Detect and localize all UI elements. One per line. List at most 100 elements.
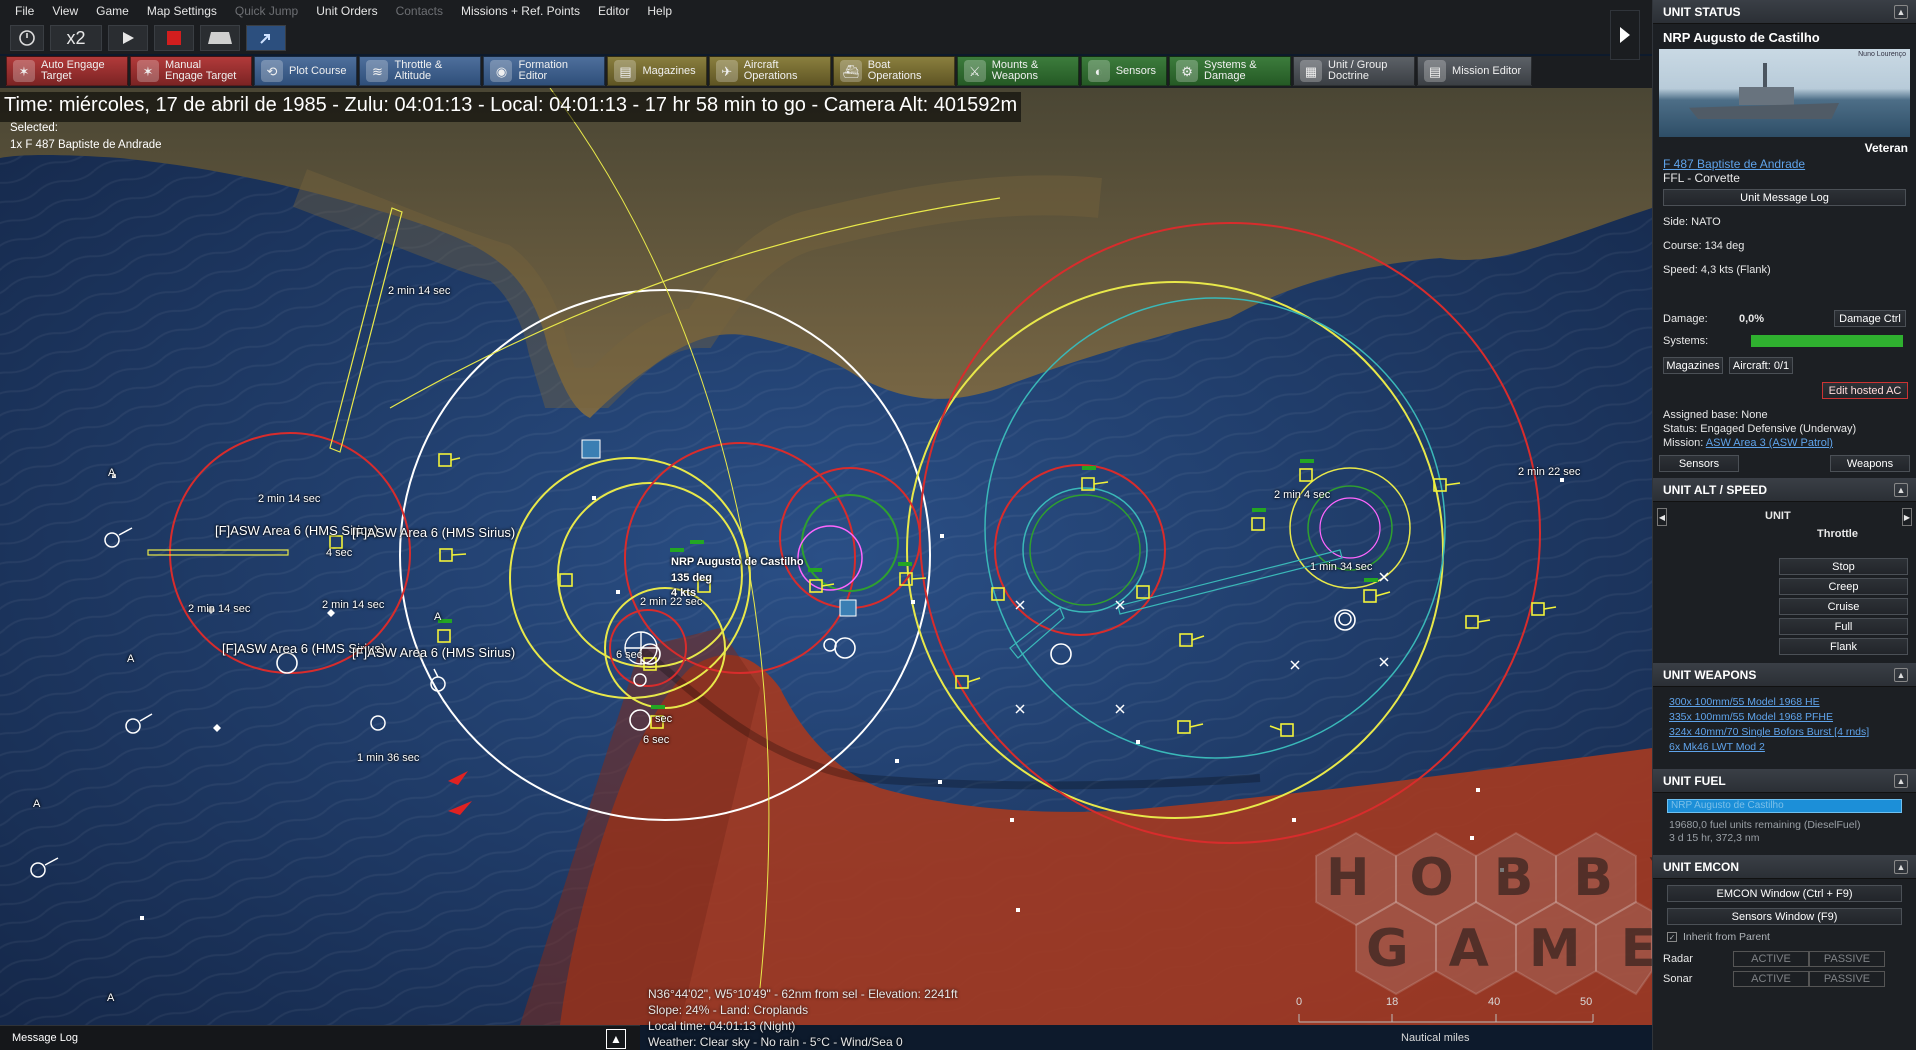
weapon-link[interactable]: 6x Mk46 LWT Mod 2 (1669, 740, 1900, 755)
sensors-window-button[interactable]: Sensors Window (F9) (1667, 908, 1902, 925)
weapons-button[interactable]: Weapons (1830, 455, 1910, 472)
assigned-base: Assigned base: None (1663, 409, 1768, 421)
scroll-right-icon[interactable]: ▶ (1902, 508, 1912, 526)
throttle-cruise-button[interactable]: Cruise (1779, 598, 1908, 615)
unit-mission: Mission: ASW Area 3 (ASW Patrol) (1653, 435, 1916, 453)
unit-emcon-title: UNIT EMCON (1663, 859, 1739, 874)
selected-label: Selected: (10, 122, 58, 134)
menu-bar: File View Game Map Settings Quick Jump U… (0, 0, 1652, 22)
radar-label: Radar (1663, 953, 1693, 965)
inherit-checkbox[interactable]: ✓ (1667, 932, 1677, 942)
asw-area-label: [F]ASW Area 6 (HMS Sirius) (352, 645, 516, 660)
toolbar-button-magazines[interactable]: ▤ Magazines (607, 56, 707, 86)
unit-status-header[interactable]: UNIT STATUS ▲ (1653, 0, 1916, 24)
menu-contacts[interactable]: Contacts (387, 4, 452, 18)
emcon-window-button[interactable]: EMCON Window (Ctrl + F9) (1667, 885, 1902, 902)
scroll-left-icon[interactable]: ◀ (1657, 508, 1667, 526)
toolbar-button-label: Throttle & Altitude (394, 59, 443, 82)
toolbar-button-aircraft-operations[interactable]: ✈ Aircraft Operations (708, 56, 831, 86)
toolbar-button-label: Boat Operations (867, 59, 922, 82)
expand-log-button[interactable]: ▲ (606, 1029, 626, 1049)
unit-alt-speed-header[interactable]: UNIT ALT / SPEED ▲ (1653, 478, 1916, 502)
toolbar-button-sensors[interactable]: ◐ Sensors (1080, 56, 1168, 86)
throttle-stop-button[interactable]: Stop (1779, 558, 1908, 575)
menu-quick-jump[interactable]: Quick Jump (226, 4, 307, 18)
toolbar-button-auto-engage-target[interactable]: ✶ Auto Engage Target (6, 56, 128, 86)
radar-passive-toggle[interactable]: PASSIVE (1809, 951, 1885, 967)
weapon-link[interactable]: 324x 40mm/70 Single Bofors Burst [4 rnds… (1669, 725, 1900, 740)
chevron-up-icon[interactable]: ▲ (1894, 4, 1908, 19)
unit-fuel-header[interactable]: UNIT FUEL ▲ (1653, 769, 1916, 793)
throttle-flank-button[interactable]: Flank (1779, 638, 1908, 655)
cursor-info-terrain: Slope: 24% - Land: Croplands (648, 1003, 809, 1017)
chevron-up-icon[interactable]: ▲ (1894, 859, 1908, 874)
toolbar-button-label: Mounts & Weapons (991, 59, 1039, 82)
jump-button[interactable] (246, 25, 286, 51)
unit-emcon-header[interactable]: UNIT EMCON ▲ (1653, 855, 1916, 879)
boat-icon: ⛴ (839, 60, 862, 82)
menu-missions[interactable]: Missions + Ref. Points (452, 4, 589, 18)
mission-link[interactable]: ASW Area 3 (ASW Patrol) (1706, 437, 1833, 449)
sonar-passive-toggle[interactable]: PASSIVE (1809, 971, 1885, 987)
unit-alt-speed-title: UNIT ALT / SPEED (1663, 482, 1768, 497)
clock-icon[interactable] (10, 25, 44, 51)
unit-class-link[interactable]: F 487 Baptiste de Andrade (1663, 157, 1805, 171)
unit-proficiency: Veteran (1864, 141, 1908, 155)
menu-game[interactable]: Game (87, 4, 138, 18)
play-button[interactable] (108, 25, 148, 51)
menu-file[interactable]: File (6, 4, 43, 18)
message-log-label: Message Log (12, 1032, 79, 1044)
sonar-active-toggle[interactable]: ACTIVE (1733, 971, 1809, 987)
throttle-creep-button[interactable]: Creep (1779, 578, 1908, 595)
selected-unit-name-label: NRP Augusto de Castilho (671, 556, 804, 568)
scale-tick: 40 (1488, 996, 1501, 1008)
radar-active-toggle[interactable]: ACTIVE (1733, 951, 1809, 967)
unit-message-log-button[interactable]: Unit Message Log (1663, 189, 1906, 206)
cursor-info-localtime: Local time: 04:01:13 (Night) (648, 1019, 796, 1033)
weapon-link[interactable]: 335x 100mm/55 Model 1968 PFHE (1669, 710, 1900, 725)
toolbar-button-mounts-weapons[interactable]: ⚔ Mounts & Weapons (956, 56, 1079, 86)
time-compression[interactable]: x2 (50, 25, 102, 51)
toolbar-button-formation-editor[interactable]: ◉ Formation Editor (483, 56, 606, 86)
toolbar-button-plot-course[interactable]: ⟲ Plot Course (254, 56, 358, 86)
sensor-icon: ◐ (1087, 60, 1110, 82)
menu-editor[interactable]: Editor (589, 4, 638, 18)
fuel-bar: NRP Augusto de Castilho (1667, 799, 1902, 813)
asw-area-label: [F]ASW Area 6 (HMS Sirius) (352, 525, 516, 540)
unit-weapons-header[interactable]: UNIT WEAPONS ▲ (1653, 663, 1916, 687)
alt-unit-label: UNIT (1765, 510, 1791, 522)
chevron-up-icon[interactable]: ▲ (1894, 667, 1908, 682)
map-label-time: 2 min 14 sec (322, 599, 385, 611)
stop-button[interactable] (154, 25, 194, 51)
step-button[interactable] (200, 25, 240, 51)
toolbar-button-label: Aircraft Operations (743, 59, 798, 82)
sensors-button[interactable]: Sensors (1659, 455, 1739, 472)
toolbar-button-throttle-altitude[interactable]: ≋ Throttle & Altitude (359, 56, 482, 86)
collapse-panel-button[interactable] (1610, 10, 1640, 60)
edit-hosted-ac-button[interactable]: Edit hosted AC (1822, 382, 1908, 399)
cursor-info-coords: N36°44'02", W5°10'49" - 62nm from sel - … (648, 987, 958, 1001)
unit-course: Course: 134 deg (1663, 240, 1745, 252)
menu-view[interactable]: View (43, 4, 87, 18)
stop-icon (167, 31, 181, 45)
toolbar-button-systems-damage[interactable]: ⚙ Systems & Damage (1169, 56, 1292, 86)
toolbar-button-unit-group-doctrine[interactable]: ▦ Unit / Group Doctrine (1293, 56, 1416, 86)
menu-map-settings[interactable]: Map Settings (138, 4, 226, 18)
tactical-map[interactable]: 2 min 14 sec 2 min 14 sec 2 min 14 sec 2… (0, 88, 1652, 1025)
weapon-link[interactable]: 300x 100mm/55 Model 1968 HE (1669, 695, 1900, 710)
toolbar-button-mission-editor[interactable]: ▤ Mission Editor (1417, 56, 1533, 86)
chevron-up-icon[interactable]: ▲ (1894, 482, 1908, 497)
map-label-time: 1 min 34 sec (1310, 561, 1373, 573)
throttle-full-button[interactable]: Full (1779, 618, 1908, 635)
toolbar-button-boat-operations[interactable]: ⛴ Boat Operations (832, 56, 955, 86)
magazines-button[interactable]: Magazines (1663, 357, 1723, 374)
aircraft-button[interactable]: Aircraft: 0/1 (1729, 357, 1793, 374)
menu-unit-orders[interactable]: Unit Orders (307, 4, 386, 18)
map-label-time: 2 min 4 sec (1274, 489, 1331, 501)
map-label-time: 2 min 22 sec (640, 596, 703, 608)
menu-help[interactable]: Help (638, 4, 681, 18)
toolbar-button-manual-engage-target[interactable]: ✶ Manual Engage Target (130, 56, 252, 86)
chevron-up-icon[interactable]: ▲ (1894, 773, 1908, 788)
message-log-bar[interactable]: Message Log ▲ (0, 1025, 640, 1050)
damage-ctrl-button[interactable]: Damage Ctrl (1834, 310, 1906, 327)
